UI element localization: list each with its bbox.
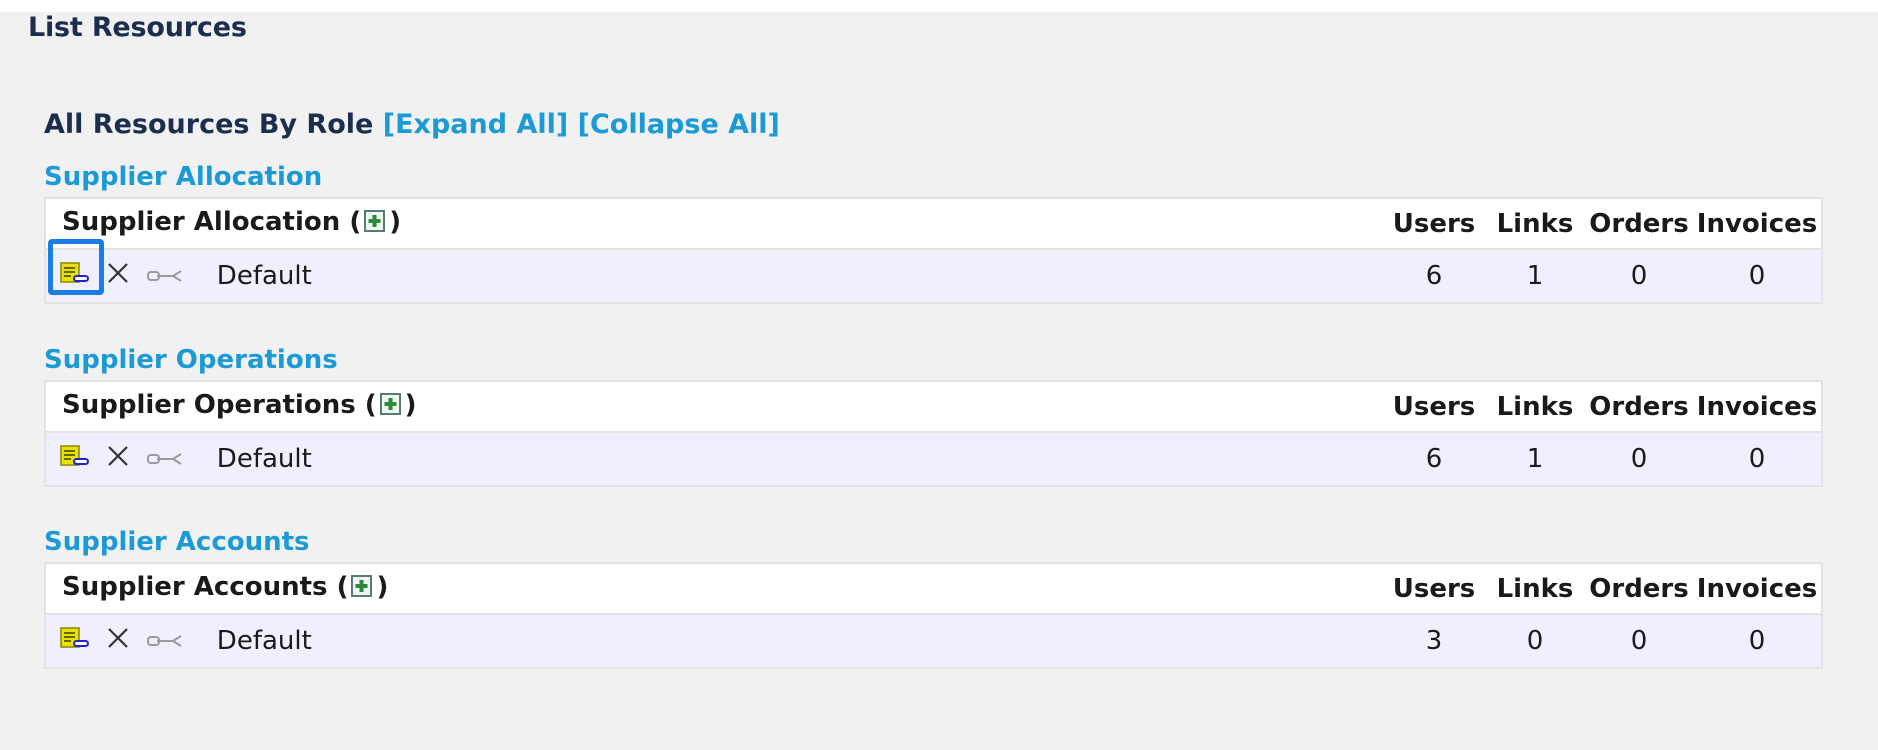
cell-links: 1: [1485, 249, 1585, 303]
cell-users: 6: [1383, 432, 1485, 486]
cell-orders: 0: [1585, 249, 1693, 303]
resources-table: Supplier Accounts () Users Links Orders …: [44, 562, 1823, 669]
resources-table: Supplier Allocation () Users Links Order…: [44, 197, 1823, 304]
group-header-label: Supplier Operations (: [62, 390, 377, 420]
resources-table: Supplier Operations () Users Links Order…: [44, 380, 1823, 487]
page-title: List Resources: [28, 12, 247, 43]
group-header-label: Supplier Accounts (: [62, 572, 349, 602]
col-orders: Orders: [1585, 198, 1693, 250]
expand-all-link[interactable]: [Expand All]: [383, 109, 568, 140]
edit-resource-icon[interactable]: [60, 626, 90, 656]
add-resource-icon[interactable]: [350, 574, 374, 605]
resource-name: Default: [216, 261, 312, 291]
table-row: Default 6 1 0 0: [45, 432, 1822, 486]
group-supplier-operations: Supplier Operations Supplier Operations …: [44, 343, 1823, 487]
col-users: Users: [1383, 563, 1485, 615]
page-container: List Resources All Resources By Role [Ex…: [0, 12, 1878, 750]
link-icon[interactable]: [146, 444, 183, 474]
col-orders: Orders: [1585, 563, 1693, 615]
table-header-row: Supplier Operations () Users Links Order…: [45, 381, 1822, 433]
collapse-all-link[interactable]: [Collapse All]: [578, 109, 780, 140]
group-link-supplier-accounts[interactable]: Supplier Accounts: [44, 525, 1823, 559]
col-links: Links: [1485, 381, 1585, 433]
add-resource-icon[interactable]: [379, 392, 403, 423]
col-links: Links: [1485, 198, 1585, 250]
table-header-row: Supplier Accounts () Users Links Orders …: [45, 563, 1822, 615]
row-actions: Default: [45, 614, 1383, 668]
cell-invoices: 0: [1693, 432, 1822, 486]
col-links: Links: [1485, 563, 1585, 615]
col-users: Users: [1383, 198, 1485, 250]
group-supplier-allocation: Supplier Allocation Supplier Allocation …: [44, 160, 1823, 304]
close-paren: ): [404, 390, 417, 420]
resource-name: Default: [216, 626, 312, 656]
table-row: Default 6 1 0 0: [45, 238, 1822, 303]
table-row: Default 3 0 0 0: [45, 614, 1822, 668]
cell-orders: 0: [1585, 432, 1693, 486]
edit-resource-icon[interactable]: [60, 444, 90, 474]
table-header-row: Supplier Allocation () Users Links Order…: [45, 198, 1822, 250]
link-icon[interactable]: [146, 261, 183, 291]
cell-invoices: 0: [1693, 249, 1822, 303]
edit-wrap: [48, 238, 104, 295]
cell-users: 6: [1383, 249, 1485, 303]
cell-invoices: 0: [1693, 614, 1822, 668]
heading-label: All Resources By Role: [44, 109, 374, 140]
cell-links: 0: [1485, 614, 1585, 668]
group-header: Supplier Operations (): [45, 381, 1383, 433]
col-invoices: Invoices: [1693, 381, 1822, 433]
delete-icon[interactable]: [106, 626, 130, 657]
group-link-supplier-allocation[interactable]: Supplier Allocation: [44, 160, 1823, 194]
close-paren: ): [376, 572, 389, 602]
col-invoices: Invoices: [1693, 563, 1822, 615]
col-orders: Orders: [1585, 381, 1693, 433]
close-paren: ): [389, 207, 402, 237]
delete-icon[interactable]: [106, 261, 130, 292]
group-link-supplier-operations[interactable]: Supplier Operations: [44, 343, 1823, 377]
resources-heading: All Resources By Role [Expand All] [Coll…: [44, 109, 780, 140]
delete-icon[interactable]: [106, 444, 130, 475]
resource-name: Default: [216, 444, 312, 474]
cell-links: 1: [1485, 432, 1585, 486]
row-actions: Default: [45, 238, 1383, 303]
group-supplier-accounts: Supplier Accounts Supplier Accounts () U…: [44, 525, 1823, 669]
row-actions: Default: [45, 432, 1383, 486]
link-icon[interactable]: [146, 626, 183, 656]
group-header: Supplier Allocation (): [45, 198, 1383, 250]
edit-resource-icon[interactable]: [60, 261, 90, 291]
cell-users: 3: [1383, 614, 1485, 668]
group-header-label: Supplier Allocation (: [62, 207, 362, 237]
add-resource-icon[interactable]: [363, 209, 387, 240]
col-users: Users: [1383, 381, 1485, 433]
col-invoices: Invoices: [1693, 198, 1822, 250]
cell-orders: 0: [1585, 614, 1693, 668]
group-header: Supplier Accounts (): [45, 563, 1383, 615]
